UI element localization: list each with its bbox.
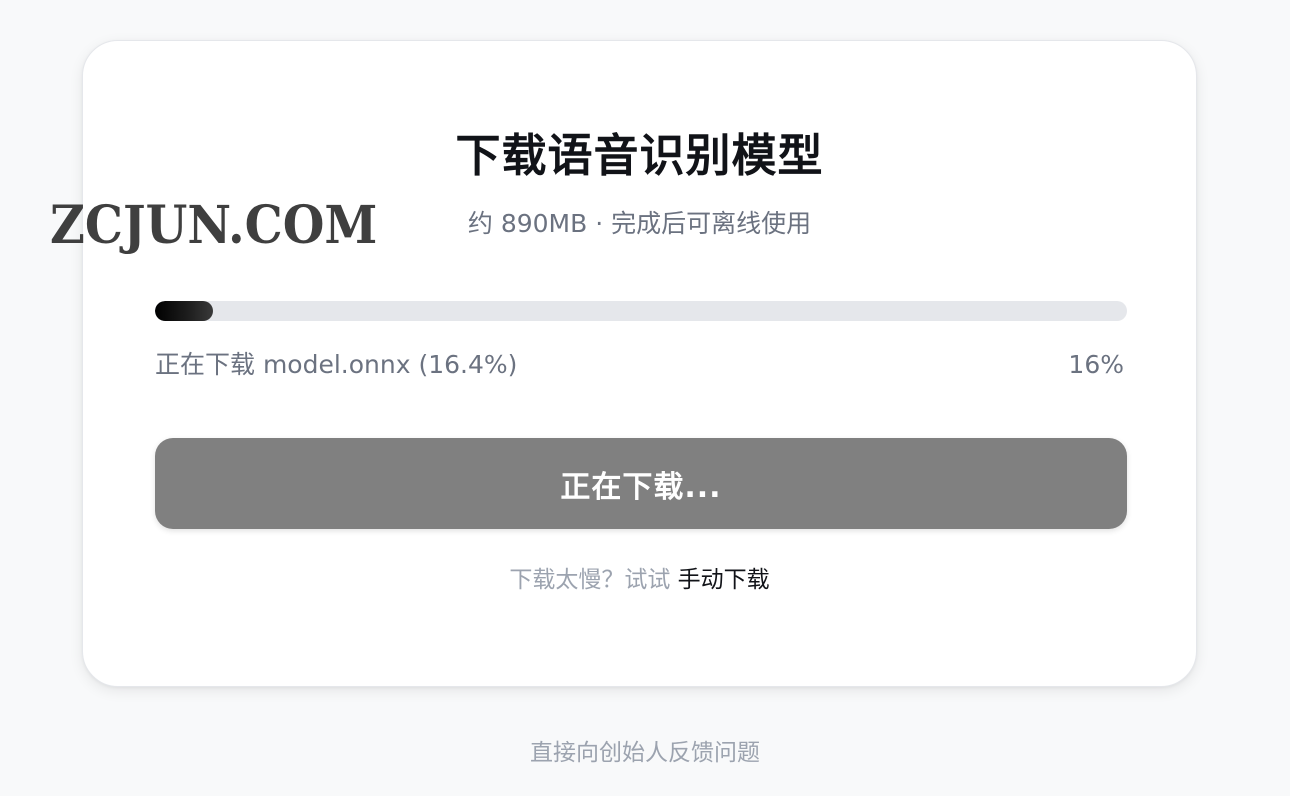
manual-download-hint: 下载太慢？试试 手动下载	[83, 563, 1196, 597]
downloading-button[interactable]: 正在下载...	[155, 438, 1127, 529]
download-model-card: 下载语音识别模型 约 890MB · 完成后可离线使用 正在下载 model.o…	[82, 40, 1197, 687]
feedback-link[interactable]: 直接向创始人反馈问题	[0, 736, 1290, 770]
dialog-title: 下载语音识别模型	[455, 129, 824, 182]
download-percent-label: 16%	[1068, 350, 1124, 379]
download-status-text: 正在下载 model.onnx (16.4%)	[155, 350, 518, 379]
download-progress-fill	[155, 301, 213, 321]
watermark-logo: ZCJUN.COM	[50, 195, 378, 256]
hint-prefix-text: 下载太慢？试试	[509, 567, 678, 593]
download-progress-bar	[155, 301, 1127, 321]
manual-download-link[interactable]: 手动下载	[678, 567, 770, 593]
